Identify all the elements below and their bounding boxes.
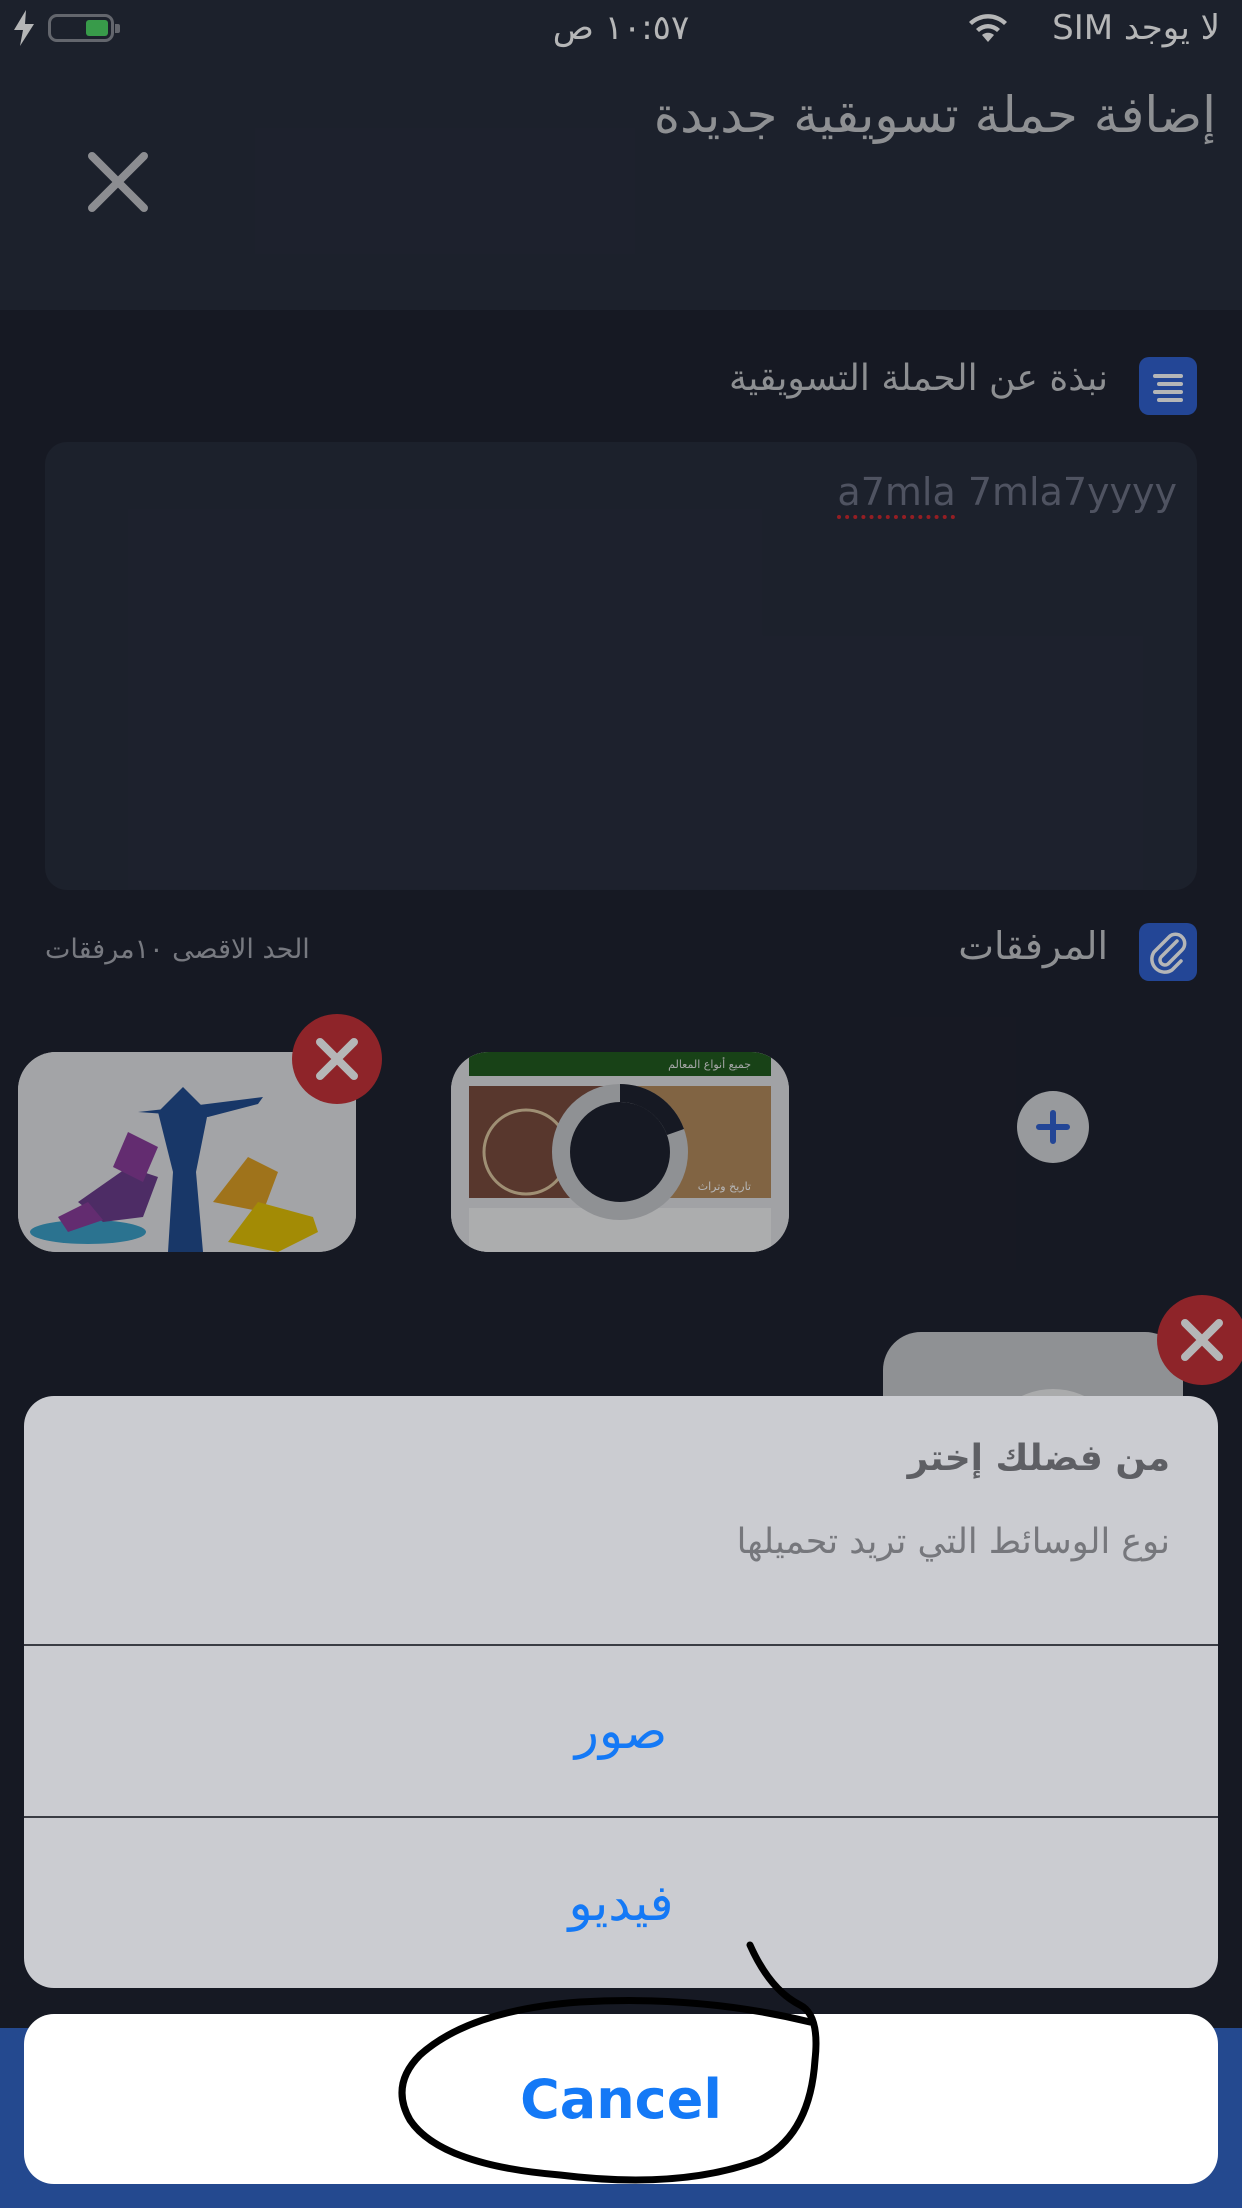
action-sheet-message: نوع الوسائط التي تريد تحميلها [736, 1522, 1170, 1562]
action-sheet: من فضلك إختر نوع الوسائط التي تريد تحميل… [24, 1396, 1218, 1988]
cancel-button[interactable]: Cancel [24, 2014, 1218, 2184]
photos-option-button[interactable]: صور [24, 1646, 1218, 1816]
action-sheet-title: من فضلك إختر [907, 1438, 1170, 1479]
video-option-button[interactable]: فيديو [24, 1818, 1218, 1988]
